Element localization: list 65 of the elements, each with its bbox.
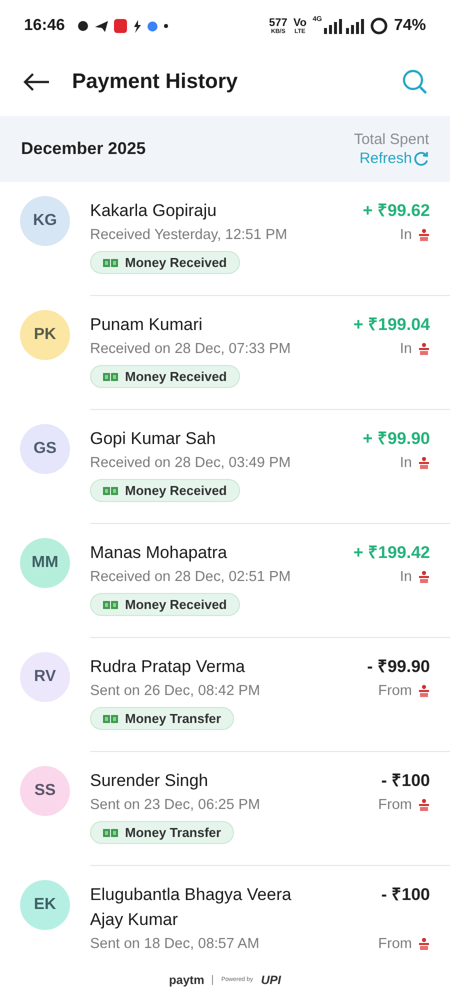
battery-level: 74% (394, 17, 426, 35)
transaction-detail: Received Yesterday, 12:51 PM (90, 227, 288, 243)
amount: + ₹199.04 (353, 314, 430, 336)
avatar: RV (20, 652, 70, 702)
direction-label: From (378, 797, 412, 813)
search-icon[interactable] (402, 69, 428, 95)
direction-label: In (400, 455, 412, 471)
paytm-logo: paytm (168, 973, 204, 987)
contact-name: Rudra Pratap Verma (90, 656, 245, 678)
amount: - ₹99.90 (367, 656, 430, 678)
tag-label: Money Received (125, 483, 227, 498)
contact-name: Manas Mohapatra (90, 542, 228, 564)
cash-icon (103, 828, 119, 838)
avatar: EK (20, 880, 70, 930)
contact-name: Kakarla Gopiraju (90, 200, 217, 222)
amount: + ₹99.62 (362, 200, 430, 222)
clock: 16:46 (24, 17, 65, 35)
direction-label: From (378, 936, 412, 952)
avatar: KG (20, 196, 70, 246)
cash-icon (103, 600, 119, 610)
direction-label: In (400, 569, 412, 585)
more-notifications-icon (164, 24, 168, 28)
tag-label: Money Transfer (125, 711, 222, 726)
contact-name: Elugubantla Bhagya Veera Ajay Kumar (90, 884, 292, 931)
app-icon (114, 19, 127, 33)
total-label: Total Spent (354, 131, 429, 148)
avatar: PK (20, 310, 70, 360)
send-icon (94, 20, 108, 32)
tag-label: Money Received (125, 597, 227, 612)
transaction-detail: Sent on 18 Dec, 08:57 AM (90, 936, 260, 952)
amount: - ₹100 (381, 884, 430, 906)
tag-label: Money Transfer (125, 825, 222, 840)
amount: + ₹99.90 (362, 428, 430, 450)
lightning-icon (132, 20, 141, 32)
back-icon[interactable] (22, 72, 50, 92)
contact-name: Surender Singh (90, 770, 208, 792)
contact-name: Punam Kumari (90, 314, 202, 336)
amount: + ₹199.42 (353, 542, 430, 564)
cash-icon (103, 258, 119, 268)
cash-icon (103, 714, 119, 724)
direction-label: In (400, 341, 412, 357)
transaction-detail: Sent on 23 Dec, 06:25 PM (90, 797, 262, 813)
amount: - ₹100 (381, 770, 430, 792)
avatar: SS (20, 766, 70, 816)
page-title: Payment History (72, 70, 239, 94)
tag-label: Money Received (125, 369, 227, 384)
tag-label: Money Received (125, 255, 227, 270)
month-label: December 2025 (21, 139, 146, 159)
refresh-button[interactable]: Refresh (359, 150, 429, 167)
upi-logo: UPI (261, 973, 282, 987)
avatar: GS (20, 424, 70, 474)
cash-icon (103, 486, 119, 496)
cash-icon (103, 372, 119, 382)
transaction-detail: Received on 28 Dec, 02:51 PM (90, 569, 292, 585)
refresh-icon[interactable] (414, 151, 429, 166)
transaction-detail: Received on 28 Dec, 07:33 PM (90, 341, 292, 357)
transaction-detail: Sent on 26 Dec, 08:42 PM (90, 683, 262, 699)
contact-name: Gopi Kumar Sah (90, 428, 216, 450)
dot-icon (146, 20, 158, 32)
signal-icon (324, 18, 364, 34)
transaction-detail: Received on 28 Dec, 03:49 PM (90, 455, 292, 471)
direction-label: From (378, 683, 412, 699)
direction-label: In (400, 227, 412, 243)
battery-icon (370, 17, 388, 35)
avatar: MM (20, 538, 70, 588)
